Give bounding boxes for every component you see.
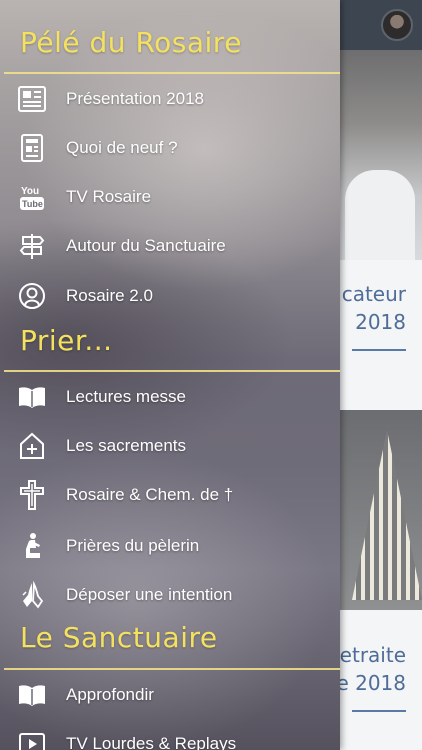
menu-item-label: Prières du pèlerin bbox=[66, 536, 200, 555]
svg-text:You: You bbox=[21, 186, 39, 197]
menu-item-label: Lectures messe bbox=[66, 387, 186, 406]
menu-item-label: TV Rosaire bbox=[66, 187, 152, 206]
navigation-drawer: Pélé du Rosaire Présentation 2018 Quoi d… bbox=[0, 0, 340, 750]
menu-item-deposer-une-intention[interactable]: Déposer une intention bbox=[0, 571, 340, 619]
kneeling-person-icon bbox=[18, 532, 46, 560]
menu-item-label: Déposer une intention bbox=[66, 585, 233, 604]
praying-hands-icon bbox=[18, 581, 46, 609]
menu-item-label: Rosaire 2.0 bbox=[66, 286, 153, 305]
book-icon bbox=[18, 383, 46, 411]
menu-item-tv-rosaire[interactable]: You Tube TV Rosaire bbox=[0, 173, 340, 221]
article-title-2-line1: etraite bbox=[339, 643, 406, 667]
section-title-prier: Prier... bbox=[20, 324, 113, 357]
menu-item-rosaire-2-0[interactable]: Rosaire 2.0 bbox=[0, 272, 340, 320]
article-title-2-line2: e 2018 bbox=[336, 671, 406, 695]
menu-item-presentation-2018[interactable]: Présentation 2018 bbox=[0, 75, 340, 123]
section-title-le-sanctuaire: Le Sanctuaire bbox=[20, 621, 218, 654]
signpost-icon bbox=[18, 232, 46, 260]
section-title-pele-du-rosaire: Pélé du Rosaire bbox=[20, 26, 242, 59]
menu-item-tv-lourdes-replays[interactable]: TV Lourdes & Replays bbox=[0, 720, 340, 750]
news-icon bbox=[18, 134, 46, 162]
newspaper-icon bbox=[18, 85, 46, 113]
church-plus-icon bbox=[18, 432, 46, 460]
menu-item-label: Approfondir bbox=[66, 685, 154, 704]
book-icon bbox=[18, 681, 46, 709]
section-divider bbox=[4, 72, 340, 74]
menu-item-label: Rosaire & Chem. de † bbox=[66, 485, 234, 504]
cross-icon bbox=[18, 480, 46, 510]
section-divider bbox=[4, 668, 340, 670]
menu-item-lectures-messe[interactable]: Lectures messe bbox=[0, 373, 340, 421]
user-circle-icon bbox=[18, 282, 46, 310]
menu-item-label: Les sacrements bbox=[66, 436, 186, 455]
menu-item-les-sacrements[interactable]: Les sacrements bbox=[0, 422, 340, 470]
menu-item-autour-du-sanctuaire[interactable]: Autour du Sanctuaire bbox=[0, 222, 340, 270]
avatar[interactable] bbox=[381, 9, 413, 41]
play-icon bbox=[18, 730, 46, 750]
svg-text:Tube: Tube bbox=[22, 199, 43, 209]
menu-item-quoi-de-neuf[interactable]: Quoi de neuf ? bbox=[0, 124, 340, 172]
menu-item-approfondir[interactable]: Approfondir bbox=[0, 671, 340, 719]
menu-item-label: TV Lourdes & Replays bbox=[66, 734, 237, 750]
article-divider-1 bbox=[352, 349, 406, 351]
article-title-1-line1: icateur bbox=[336, 282, 406, 306]
section-divider bbox=[4, 370, 340, 372]
menu-item-prieres-du-pelerin[interactable]: Prières du pèlerin bbox=[0, 522, 340, 570]
menu-item-label: Autour du Sanctuaire bbox=[66, 236, 226, 255]
youtube-icon: You Tube bbox=[18, 183, 46, 211]
article-divider-2 bbox=[352, 710, 406, 712]
menu-item-rosaire-chemin-de-croix[interactable]: Rosaire & Chem. de † bbox=[0, 471, 340, 519]
menu-item-label: Présentation 2018 bbox=[66, 89, 204, 108]
article-title-1-line2: 2018 bbox=[355, 310, 406, 334]
menu-item-label: Quoi de neuf ? bbox=[66, 138, 178, 157]
